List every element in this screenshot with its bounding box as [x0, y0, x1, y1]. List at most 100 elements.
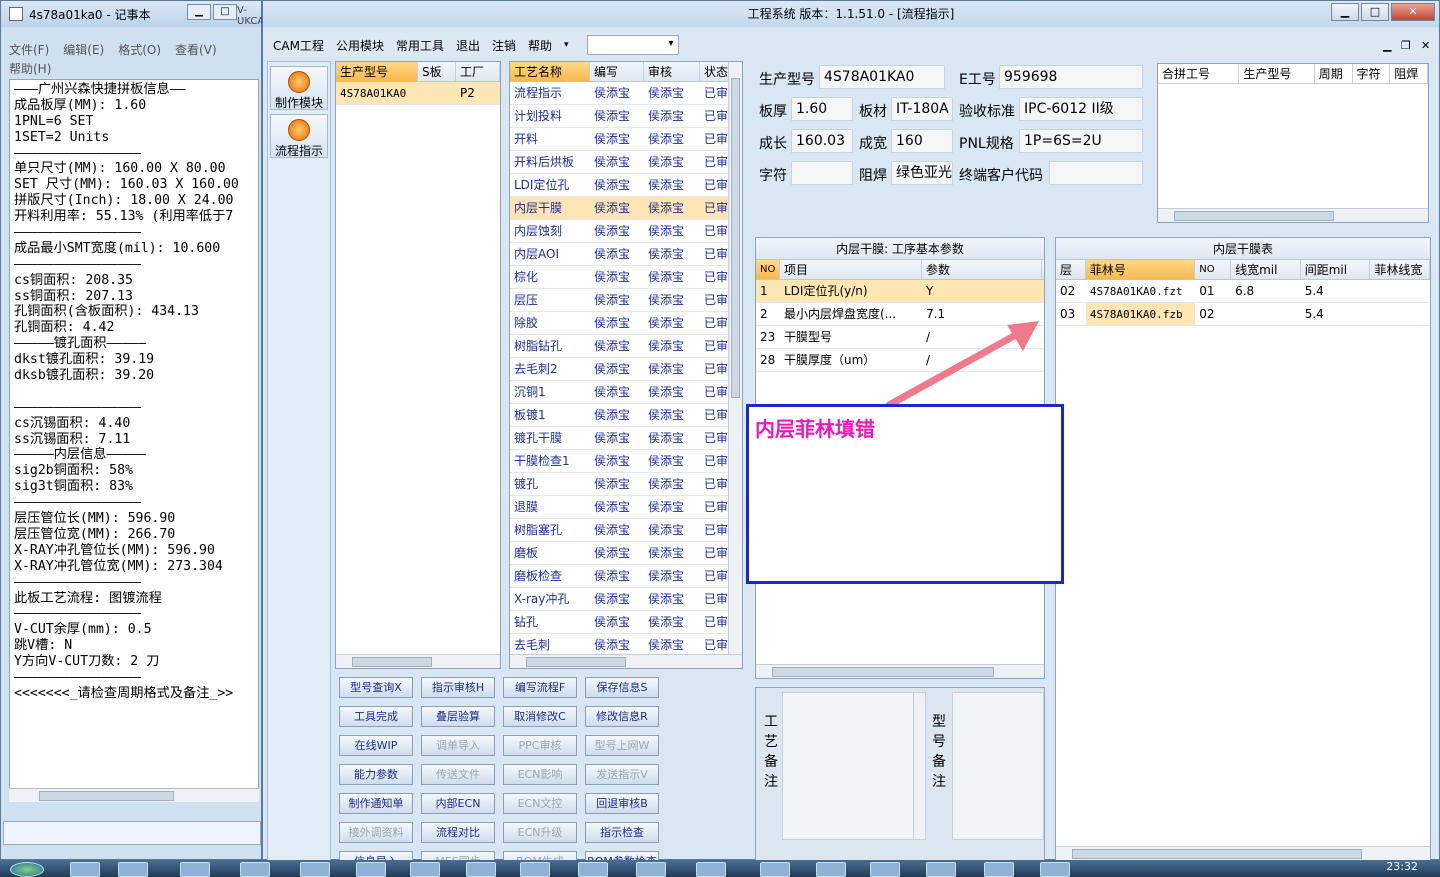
col-s-board[interactable]: S板	[418, 62, 456, 81]
table-row[interactable]: 03 4S78A01KA0.fzb 02 5.4	[1056, 303, 1430, 326]
col-factory[interactable]: 工厂	[456, 62, 500, 81]
action-button[interactable]: 取消修改C	[503, 706, 577, 727]
toolbar-combo[interactable]	[586, 35, 679, 55]
action-button[interactable]: 指示检查	[585, 822, 659, 843]
chevron-down-icon[interactable]: ▾	[564, 40, 569, 50]
notepad-minimize-button[interactable]: ▁	[187, 4, 211, 20]
taskbar-item[interactable]	[926, 862, 956, 877]
merge-grid-hscrollbar[interactable]	[1158, 208, 1428, 222]
table-row[interactable]: 计划投料 侯添宝 侯添宝 已审	[510, 105, 742, 128]
taskbar-item[interactable]	[240, 862, 270, 877]
field-e-no[interactable]: 959698	[999, 65, 1143, 89]
taskbar-item[interactable]	[870, 862, 900, 877]
taskbar-item[interactable]	[70, 862, 100, 877]
table-row[interactable]: 流程指示 侯添宝 侯添宝 已审	[510, 82, 742, 105]
table-row[interactable]: 镀孔干膜 侯添宝 侯添宝 已审	[510, 427, 742, 450]
main-titlebar[interactable]: 工程系统 版本：1.1.51.0 - [流程指示]	[263, 1, 1439, 27]
table-row[interactable]: 去毛刺2 侯添宝 侯添宝 已审	[510, 358, 742, 381]
table-row[interactable]: 树脂塞孔 侯添宝 侯添宝 已审	[510, 519, 742, 542]
col-reviewer[interactable]: 审核	[644, 62, 700, 81]
field-length[interactable]: 160.03	[791, 129, 853, 153]
table-row[interactable]: 内层AOI 侯添宝 侯添宝 已审	[510, 243, 742, 266]
table-row[interactable]: 磨板检查 侯添宝 侯添宝 已审	[510, 565, 742, 588]
process-grid-hscrollbar[interactable]	[510, 654, 742, 668]
action-button[interactable]: 回退审核B	[585, 793, 659, 814]
notepad-menu-format[interactable]: 格式(O)	[118, 41, 161, 60]
col-line-width[interactable]: 线宽mil	[1231, 260, 1301, 279]
field-mask[interactable]: 绿色亚光	[891, 161, 953, 185]
table-row[interactable]: 镀孔 侯添宝 侯添宝 已审	[510, 473, 742, 496]
table-row[interactable]: 1 LDI定位孔(y/n) Y	[756, 280, 1044, 303]
taskbar-item[interactable]	[816, 862, 846, 877]
menu-exit[interactable]: 退出	[456, 37, 480, 54]
col-item[interactable]: 项目	[780, 260, 922, 279]
action-button[interactable]: 在线WIP	[339, 735, 413, 756]
field-production-model[interactable]: 4S78A01KA0	[819, 65, 945, 89]
model-grid-hscrollbar[interactable]	[336, 654, 500, 668]
action-button[interactable]: 叠层验算	[421, 706, 495, 727]
taskbar-item[interactable]	[520, 862, 550, 877]
table-row[interactable]: LDI定位孔 侯添宝 侯添宝 已审	[510, 174, 742, 197]
taskbar-item[interactable]	[300, 862, 330, 877]
col-merge-mask[interactable]: 阻焊	[1390, 64, 1428, 83]
table-row[interactable]: 棕化 侯添宝 侯添宝 已审	[510, 266, 742, 289]
col-layer[interactable]: 层	[1056, 260, 1086, 279]
table-row[interactable]: X-ray冲孔 侯添宝 侯添宝 已审	[510, 588, 742, 611]
col-merge-no[interactable]: 合拼工号	[1158, 64, 1240, 83]
taskbar-item[interactable]	[760, 862, 790, 877]
action-button[interactable]: 型号查询X	[339, 677, 413, 698]
table-row[interactable]: 4S78A01KA0 P2	[336, 82, 500, 105]
taskbar-item[interactable]	[984, 862, 1014, 877]
taskbar-item[interactable]	[1040, 862, 1070, 877]
col-process-name[interactable]: 工艺名称	[510, 62, 590, 81]
action-button[interactable]: 指示审核H	[421, 677, 495, 698]
table-row[interactable]: 磨板 侯添宝 侯添宝 已审	[510, 542, 742, 565]
action-button[interactable]: 能力参数	[339, 764, 413, 785]
col-merge-model[interactable]: 生产型号	[1239, 64, 1315, 83]
action-button[interactable]: 工具完成	[339, 706, 413, 727]
mdi-restore-icon[interactable]: ❐	[1401, 39, 1411, 52]
notepad-horizontal-scrollbar[interactable]	[9, 788, 259, 802]
table-row[interactable]: 沉铜1 侯添宝 侯添宝 已审	[510, 381, 742, 404]
taskbar-item[interactable]	[180, 862, 210, 877]
field-pnl[interactable]: 1P=6S=2U	[1019, 129, 1143, 153]
col-no[interactable]: NO	[756, 260, 780, 279]
menu-tools[interactable]: 常用工具	[396, 37, 444, 54]
film-hscrollbar[interactable]	[1056, 846, 1430, 860]
menu-help[interactable]: 帮助	[528, 37, 552, 54]
taskbar-item[interactable]	[578, 862, 608, 877]
table-row[interactable]: 开料后烘板 侯添宝 侯添宝 已审	[510, 151, 742, 174]
col-merge-char[interactable]: 字符	[1353, 64, 1391, 83]
table-row[interactable]: 钻孔 侯添宝 侯添宝 已审	[510, 611, 742, 634]
table-row[interactable]: 板镀1 侯添宝 侯添宝 已审	[510, 404, 742, 427]
col-writer[interactable]: 编写	[590, 62, 644, 81]
col-production-model[interactable]: 生产型号	[336, 62, 418, 81]
field-thickness[interactable]: 1.60	[791, 97, 853, 121]
process-grid-vscrollbar[interactable]	[728, 62, 742, 656]
minimize-button[interactable]: ▁	[1331, 3, 1359, 21]
notepad-maximize-button[interactable]: □	[213, 4, 237, 20]
maximize-button[interactable]: □	[1361, 3, 1389, 21]
table-row[interactable]: 层压 侯添宝 侯添宝 已审	[510, 289, 742, 312]
taskbar-item[interactable]	[696, 862, 726, 877]
nav-process-instruction[interactable]: 流程指示	[270, 114, 328, 158]
action-button[interactable]: 保存信息S	[585, 677, 659, 698]
col-merge-cycle[interactable]: 周期	[1315, 64, 1353, 83]
notepad-menu-view[interactable]: 查看(V)	[175, 41, 217, 60]
nav-make-module[interactable]: 制作模块	[270, 66, 328, 110]
col-film-line-width[interactable]: 菲林线宽	[1370, 260, 1430, 279]
notepad-text-area[interactable]: ———广州兴森快捷拼板信息—— 成品板厚(MM): 1.60 1PNL=6 SET 1…	[9, 79, 259, 799]
table-row[interactable]: 内层干膜 侯添宝 侯添宝 已审	[510, 197, 742, 220]
col-film-seq[interactable]: NO	[1195, 260, 1232, 279]
taskbar-item[interactable]	[636, 862, 666, 877]
start-button[interactable]	[10, 862, 44, 877]
field-customer[interactable]	[1049, 161, 1143, 185]
notepad-menu-edit[interactable]: 编辑(E)	[63, 41, 104, 60]
model-memo-field[interactable]	[952, 692, 1044, 840]
taskbar-item[interactable]	[410, 862, 440, 877]
close-button[interactable]: ✕	[1391, 3, 1435, 21]
table-row[interactable]: 除胶 侯添宝 侯添宝 已审	[510, 312, 742, 335]
process-memo-field[interactable]	[782, 692, 926, 840]
table-row[interactable]: 干膜检查1 侯添宝 侯添宝 已审	[510, 450, 742, 473]
taskbar-item[interactable]	[466, 862, 496, 877]
